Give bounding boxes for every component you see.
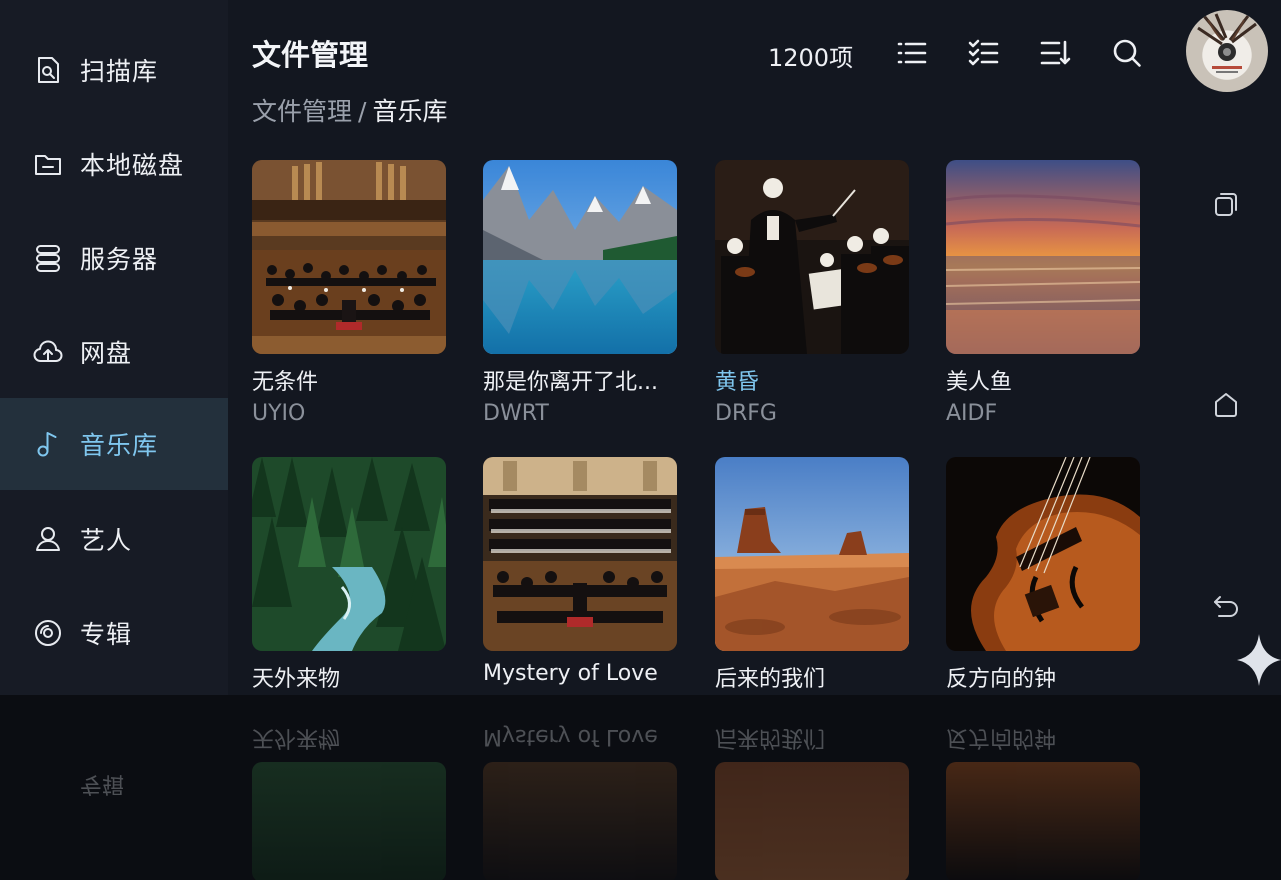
main-content: 文件管理 文件管理 / 音乐库 1200项 无条件 UYIO 那是你离开了北..… [228,0,1281,695]
album-title: 反方向的钟 [946,667,1057,692]
reflection-title: 反方向的钟 [946,725,1057,750]
album-card[interactable]: 无条件 UYIO [252,160,446,426]
search-icon [1113,39,1141,67]
album-title: 天外来物 [252,667,341,692]
reflection-title: 天外来物 [252,725,341,750]
album-cover [483,160,677,354]
album-cover [483,457,677,651]
app-window: 扫描库 本地磁盘 服务器 网盘 音乐库 艺人 专辑 文件管理 文件管理 / 音乐… [0,0,1281,695]
album-cover [715,457,909,651]
album-card[interactable]: 反方向的钟 [946,457,1140,692]
sidebar-item-label: 专辑 [80,620,133,649]
album-cover [252,457,446,651]
album-card[interactable]: 天外来物 [252,457,446,692]
person-icon [30,521,66,557]
sparkle-icon [1237,634,1281,686]
home-button[interactable] [1208,386,1244,422]
recent-apps-button[interactable] [1208,186,1244,222]
reflection-title: Mystery of Love [483,724,658,749]
album-card[interactable]: 黄昏 DRFG [715,160,909,426]
album-subtitle: UYIO [252,401,306,426]
sidebar-item-music-library[interactable]: 音乐库 [0,398,228,490]
sidebar-item-local-disk[interactable]: 本地磁盘 [0,118,228,210]
sidebar-item-artist[interactable]: 艺人 [0,493,228,585]
album-card[interactable]: 美人鱼 AIDF [946,160,1140,426]
reflection-thumb [715,762,909,880]
home-icon [1215,393,1237,417]
list-view-button[interactable] [892,33,932,73]
sidebar: 扫描库 本地磁盘 服务器 网盘 音乐库 艺人 专辑 [0,0,228,695]
scan-library-icon [30,52,66,88]
cloud-upload-icon [30,334,66,370]
album-title: 无条件 [252,370,319,395]
album-title: 美人鱼 [946,370,1013,395]
album-card[interactable]: 后来的我们 [715,457,909,692]
page-title: 文件管理 [252,38,369,72]
album-subtitle: DRFG [715,401,777,426]
sidebar-item-cloud-drive[interactable]: 网盘 [0,306,228,398]
back-button[interactable] [1208,587,1244,623]
reflection-thumb [483,762,677,880]
album-disc-icon [30,615,66,651]
sidebar-item-label: 服务器 [80,245,159,274]
sidebar-item-album[interactable]: 专辑 [0,587,228,679]
album-cover [946,457,1140,651]
back-icon [1214,596,1238,617]
reflection-thumb [946,762,1140,880]
breadcrumb-root[interactable]: 文件管理 [252,97,352,126]
sidebar-item-scan-library[interactable]: 扫描库 [0,24,228,116]
breadcrumb-current: 音乐库 [372,97,448,126]
album-cover [946,160,1140,354]
sidebar-item-label: 音乐库 [80,431,159,460]
album-card[interactable]: Mystery of Love [483,457,677,686]
reflection-title: 后来的我们 [715,725,826,750]
album-card[interactable]: 那是你离开了北... DWRT [483,160,677,426]
list-view-icon [897,42,927,64]
reflection-sidebar-label: 专辑 [80,771,125,796]
album-title: Mystery of Love [483,661,658,686]
sort-icon [1040,40,1071,65]
album-title: 那是你离开了北... [483,370,658,395]
multi-select-icon [968,39,999,66]
sidebar-item-label: 艺人 [80,526,133,555]
reflection-thumb [252,762,446,880]
item-count: 1200项 [768,44,854,72]
music-note-icon [30,426,66,462]
sidebar-item-label: 本地磁盘 [80,151,185,180]
floor-reflection: 天外来物 Mystery of Love 后来的我们 反方向的钟 专辑 [0,706,1281,880]
breadcrumb-separator: / [358,97,367,126]
album-cover [715,160,909,354]
album-title: 黄昏 [715,370,760,395]
album-cover [252,160,446,354]
server-icon [30,240,66,276]
sort-button[interactable] [1035,33,1075,73]
sidebar-item-label: 网盘 [80,339,133,368]
search-button[interactable] [1107,33,1147,73]
breadcrumb: 文件管理 / 音乐库 [252,92,447,128]
album-subtitle: AIDF [946,401,998,426]
recent-apps-icon [1215,193,1237,216]
sidebar-item-server[interactable]: 服务器 [0,212,228,304]
avatar[interactable] [1186,10,1268,92]
multi-select-button[interactable] [964,33,1004,73]
album-subtitle: DWRT [483,401,549,426]
folder-icon [30,146,66,182]
album-title: 后来的我们 [715,667,826,692]
sidebar-item-label: 扫描库 [80,57,159,86]
